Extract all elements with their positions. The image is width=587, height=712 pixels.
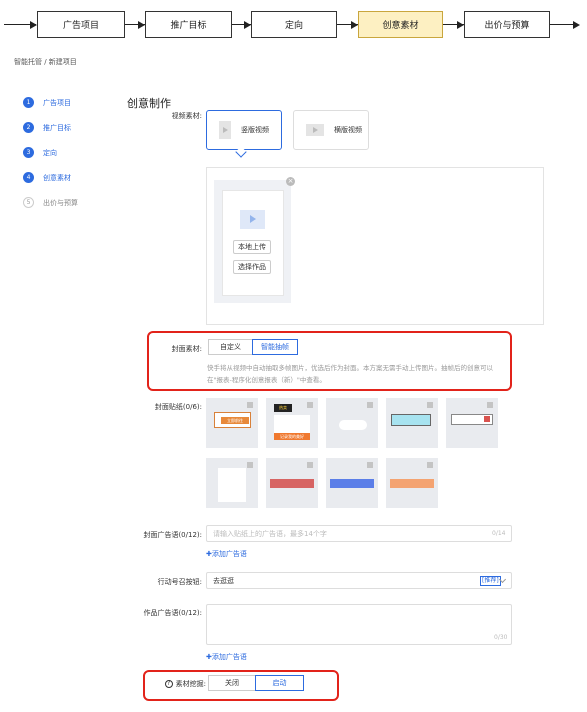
cover-ad-copy-input[interactable]: 请输入贴纸上的广告语，最多14个字 (206, 525, 512, 542)
step-number: 1 (23, 97, 34, 108)
checkbox-icon (247, 462, 253, 468)
local-upload-button[interactable]: 本地上传 (233, 240, 271, 254)
cover-smart-frame-option[interactable]: 智能抽帧 (252, 339, 298, 355)
sticker-preview-close-icon (484, 416, 490, 422)
work-ad-copy-textarea[interactable] (206, 604, 512, 645)
help-icon[interactable]: ? (164, 680, 173, 688)
step-label: 创意素材 (43, 173, 71, 182)
add-cover-ad-copy-link[interactable]: ✚添加广告语 (206, 549, 247, 559)
work-ad-copy-count: 0/30 (494, 634, 508, 641)
side-step-creative[interactable]: 4 创意素材 (23, 172, 71, 183)
sticker-option[interactable] (386, 398, 438, 448)
sticker-preview (218, 468, 246, 502)
flow-step-targeting: 定向 (251, 11, 337, 38)
material-mining-label: ? 素材挖掘: (156, 679, 206, 689)
sticker-option[interactable]: 热卖 记录我的美好 (266, 398, 318, 448)
cloud-sticker-preview (339, 420, 367, 430)
sticker-option[interactable] (446, 398, 498, 448)
cta-button-label: 行动号召按钮: (157, 578, 202, 586)
cover-material-label: 封面素材: (171, 345, 202, 353)
cta-button-select[interactable]: 去逛逛 (206, 572, 512, 589)
orange-bar-sticker-preview (390, 479, 434, 488)
cover-tip-text: 快手将从视频中自动抽取多帧图片，优选后作为封面。本方案无需手动上传图片。抽帧后的… (207, 364, 493, 384)
flow-connector (550, 24, 574, 25)
flow-step-bid-budget: 出价与预算 (464, 11, 550, 38)
mining-on-option[interactable]: 启动 (255, 675, 304, 691)
sticker-preview (391, 414, 431, 426)
cover-stickers-label: 封面贴纸(0/6): (154, 403, 202, 411)
checkbox-icon (247, 402, 253, 408)
sticker-preview-text: 立即前往 (221, 417, 249, 424)
sticker-option[interactable] (326, 398, 378, 448)
flow-arrow-icon (244, 21, 251, 29)
side-step-bid-budget[interactable]: 5 出价与预算 (23, 197, 78, 208)
step-number: 3 (23, 147, 34, 158)
sticker-option[interactable] (206, 458, 258, 508)
checkbox-icon (307, 462, 313, 468)
checkbox-icon (427, 462, 433, 468)
flow-step-creative: 创意素材 (358, 11, 443, 38)
horizontal-video-icon (306, 124, 324, 136)
material-mining-label-text: 素材挖掘: (175, 680, 206, 688)
side-step-targeting[interactable]: 3 定向 (23, 147, 57, 158)
side-step-ad-project[interactable]: 1 广告项目 (23, 97, 71, 108)
video-horizontal-card[interactable]: 横版视频 (293, 110, 369, 150)
close-icon[interactable]: × (286, 177, 295, 186)
flow-arrow-icon (138, 21, 145, 29)
cover-ad-copy-count: 0/14 (492, 530, 506, 537)
vertical-video-icon (219, 121, 231, 139)
sticker-option[interactable]: 立即前往 (206, 398, 258, 448)
video-vertical-label: 竖版视频 (241, 126, 269, 134)
cover-custom-option[interactable]: 自定义 (208, 339, 253, 355)
checkbox-icon (367, 462, 373, 468)
flow-arrow-icon (573, 21, 580, 29)
cover-ad-copy-label: 封面广告语(0/12): (143, 531, 202, 539)
flow-arrow-icon (30, 21, 37, 29)
step-number: 4 (23, 172, 34, 183)
mining-off-option[interactable]: 关闭 (208, 675, 256, 691)
checkbox-icon (427, 402, 433, 408)
video-horizontal-label: 横版视频 (334, 126, 362, 134)
step-number: 5 (23, 197, 34, 208)
add-work-ad-copy-link[interactable]: ✚添加广告语 (206, 652, 247, 662)
work-ad-copy-label: 作品广告语(0/12): (143, 609, 202, 617)
step-label: 广告项目 (43, 98, 71, 107)
step-number: 2 (23, 122, 34, 133)
video-vertical-card[interactable]: 竖版视频 (206, 110, 282, 150)
video-material-label: 视频素材: (171, 112, 202, 120)
flow-step-promotion-goal: 推广目标 (145, 11, 232, 38)
checkbox-icon (487, 402, 493, 408)
flow-arrow-icon (351, 21, 358, 29)
section-title: 创意制作 (127, 97, 171, 110)
flow-arrow-icon (457, 21, 464, 29)
sticker-option[interactable] (386, 458, 438, 508)
sticker-preview-text: 热卖 (274, 404, 292, 412)
flow-step-ad-project: 广告项目 (37, 11, 125, 38)
choose-work-button[interactable]: 选择作品 (233, 260, 271, 274)
sticker-preview (274, 415, 310, 433)
side-step-promotion-goal[interactable]: 2 推广目标 (23, 122, 71, 133)
checkbox-icon (367, 402, 373, 408)
red-bar-sticker-preview (270, 479, 314, 488)
breadcrumb[interactable]: 智能托管 / 新建项目 (14, 57, 77, 67)
step-label: 推广目标 (43, 123, 71, 132)
step-label: 出价与预算 (43, 198, 78, 207)
step-label: 定向 (43, 148, 57, 157)
blue-bar-sticker-preview (330, 479, 374, 488)
video-play-icon (240, 210, 265, 229)
sticker-preview-text: 记录我的美好 (274, 433, 310, 440)
checkbox-icon (307, 402, 313, 408)
recommended-tag: [推荐] (480, 576, 501, 586)
sticker-option[interactable] (326, 458, 378, 508)
sticker-option[interactable] (266, 458, 318, 508)
